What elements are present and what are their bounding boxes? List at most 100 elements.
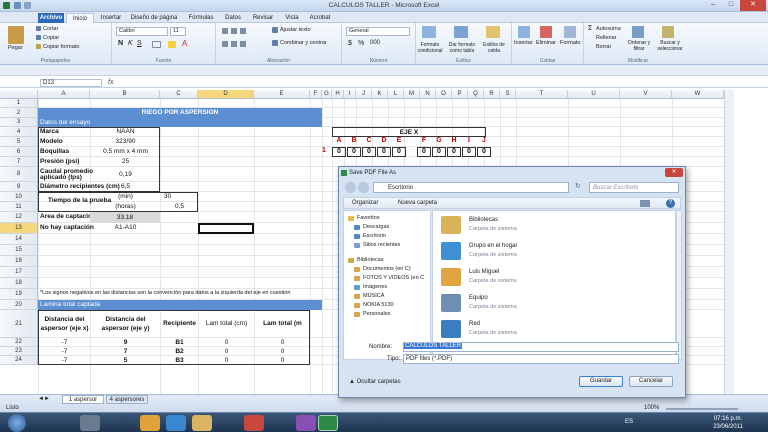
column-header[interactable]: A xyxy=(38,90,90,99)
column-header[interactable]: U xyxy=(568,90,620,99)
nav-item[interactable]: Imágenes xyxy=(363,284,387,290)
align-top-icon[interactable] xyxy=(222,28,248,34)
cell-styles-button[interactable]: Estilos de celda xyxy=(480,42,508,54)
tab-diseodepgina[interactable]: Diseño de página xyxy=(128,13,180,23)
column-header[interactable]: K xyxy=(372,90,388,99)
tab-insertar[interactable]: Insertar xyxy=(96,13,126,23)
name-box[interactable]: D13 xyxy=(40,79,102,87)
row-header[interactable]: 17 xyxy=(0,267,38,278)
chrome-icon[interactable] xyxy=(140,415,160,431)
nav-item[interactable]: Documentos (en C) xyxy=(363,266,411,272)
thousands-icon[interactable]: 000 xyxy=(370,40,380,46)
row-header[interactable]: 23 xyxy=(0,347,38,356)
cut-button[interactable]: Cortar xyxy=(43,26,58,32)
fill-color-icon[interactable] xyxy=(168,41,176,48)
refresh-icon[interactable]: ↻ xyxy=(575,182,585,193)
row-header[interactable]: 19 xyxy=(0,289,38,300)
row-header[interactable]: 7 xyxy=(0,157,38,167)
fill-button[interactable]: Rellenar xyxy=(596,35,616,41)
column-header[interactable]: E xyxy=(254,90,310,99)
row-header[interactable]: 21 xyxy=(0,310,38,338)
address-bar[interactable]: Escritorio xyxy=(373,182,569,193)
font-size-select[interactable]: 11 xyxy=(170,27,186,36)
italic-icon[interactable]: K xyxy=(128,40,133,47)
nav-item[interactable]: Escritorio xyxy=(363,233,386,239)
new-folder-button[interactable]: Nueva carpeta xyxy=(398,200,437,206)
row-header[interactable]: 16 xyxy=(0,256,38,267)
column-header[interactable]: G xyxy=(322,90,332,99)
autosum-button[interactable]: Autosuma xyxy=(596,26,621,32)
dialog-close-icon[interactable]: ✕ xyxy=(665,168,683,177)
file-list-item[interactable]: Grupo en el hogar Carpeta de sistema xyxy=(441,241,661,263)
file-list-item[interactable]: Luis Miguel Carpeta de sistema xyxy=(441,267,661,289)
conditional-format-button[interactable]: Formato condicional xyxy=(416,42,444,54)
view-icon[interactable] xyxy=(640,200,650,207)
excel-taskbar-icon[interactable] xyxy=(318,415,338,431)
row-header[interactable]: 2 xyxy=(0,108,38,118)
column-header[interactable]: T xyxy=(516,90,568,99)
language-indicator[interactable]: ES xyxy=(625,419,633,425)
merge-center-button[interactable]: Combinar y centrar xyxy=(280,40,327,46)
nav-item[interactable]: FOTOS Y VIDEOS (en C xyxy=(363,275,424,281)
row-header[interactable]: 1 xyxy=(0,99,38,108)
app-icon[interactable] xyxy=(296,415,316,431)
align-left-icon[interactable] xyxy=(222,41,248,47)
tab-datos[interactable]: Datos xyxy=(220,13,246,23)
formula-bar[interactable]: fx xyxy=(0,78,768,88)
currency-icon[interactable]: $ xyxy=(348,40,352,47)
copy-button[interactable]: Copiar xyxy=(43,35,59,41)
column-header[interactable]: H xyxy=(332,90,344,99)
underline-icon[interactable]: S xyxy=(137,40,142,47)
row-header[interactable]: 10 xyxy=(0,192,38,202)
format-painter-button[interactable]: Copiar formato xyxy=(43,44,79,50)
font-color-icon[interactable]: A xyxy=(182,39,187,48)
tab-archivo[interactable]: Archivo xyxy=(38,13,64,23)
row-header[interactable]: 14 xyxy=(0,234,38,245)
row-header[interactable]: 4 xyxy=(0,127,38,137)
nav-item[interactable]: Favoritos xyxy=(357,215,380,221)
folder-icon[interactable] xyxy=(192,415,212,431)
sheet-nav-icon[interactable]: ◄► xyxy=(38,396,50,403)
row-header[interactable]: 22 xyxy=(0,338,38,347)
column-header[interactable]: Q xyxy=(468,90,484,99)
format-cells-button[interactable]: Formato xyxy=(560,40,580,46)
column-header[interactable]: B xyxy=(90,90,160,99)
row-header[interactable]: 3 xyxy=(0,118,38,127)
nav-item[interactable]: Descargas xyxy=(363,224,389,230)
nav-item[interactable]: Bibliotecas xyxy=(357,257,384,263)
sheet-tab[interactable]: 4 aspersores xyxy=(106,395,148,404)
vertical-scrollbar[interactable] xyxy=(724,90,734,394)
column-header[interactable]: J xyxy=(356,90,372,99)
acrobat-icon[interactable] xyxy=(244,415,264,431)
row-header[interactable]: 15 xyxy=(0,245,38,256)
column-header[interactable]: P xyxy=(452,90,468,99)
column-header[interactable]: W xyxy=(672,90,724,99)
column-header[interactable]: N xyxy=(420,90,436,99)
column-header[interactable]: S xyxy=(500,90,516,99)
row-header[interactable]: 20 xyxy=(0,300,38,310)
fx-icon[interactable]: fx xyxy=(108,79,113,86)
column-header[interactable]: F xyxy=(310,90,322,99)
organize-button[interactable]: Organizar xyxy=(352,200,378,206)
row-header[interactable]: 9 xyxy=(0,182,38,192)
column-header[interactable]: C xyxy=(160,90,198,99)
close-icon[interactable]: ✕ xyxy=(740,0,766,11)
borders-icon[interactable] xyxy=(152,41,161,48)
save-button[interactable]: Guardar xyxy=(579,376,623,387)
column-header[interactable]: I xyxy=(344,90,356,99)
tab-frmulas[interactable]: Fórmulas xyxy=(184,13,218,23)
column-header[interactable]: V xyxy=(620,90,672,99)
file-list-scrollbar[interactable] xyxy=(676,210,682,360)
bold-icon[interactable]: N xyxy=(118,40,123,47)
number-format-select[interactable]: General xyxy=(346,27,410,36)
selected-cell[interactable] xyxy=(198,223,254,234)
row-header[interactable]: 8 xyxy=(0,167,38,182)
hide-folders-button[interactable]: ▲ Ocultar carpetas xyxy=(349,379,401,385)
column-header[interactable]: R xyxy=(484,90,500,99)
zoom-slider[interactable] xyxy=(666,408,738,410)
maximize-icon[interactable]: □ xyxy=(722,0,740,11)
column-header[interactable]: M xyxy=(404,90,420,99)
nav-item[interactable]: NOKIA 5130 xyxy=(363,302,394,308)
ie-icon[interactable] xyxy=(166,415,186,431)
tab-inicio[interactable]: Inicio xyxy=(66,13,94,23)
